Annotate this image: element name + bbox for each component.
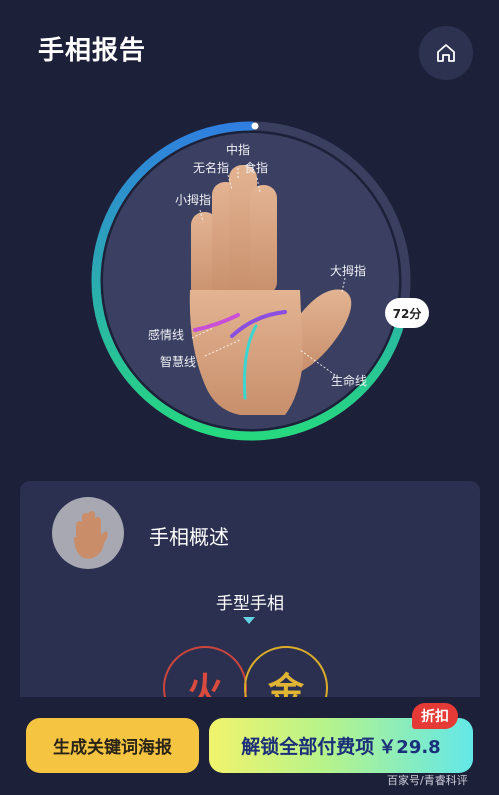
label-thumb: 大拇指 (330, 264, 367, 278)
label-index-finger: 食指 (244, 161, 269, 175)
unlock-price: ￥29.8 (378, 736, 441, 758)
home-icon (437, 44, 455, 62)
generate-poster-button[interactable]: 生成关键词海报 (26, 718, 199, 773)
label-little-finger: 小拇指 (175, 193, 212, 207)
watermark: 百家号/青睿科评 (387, 774, 468, 787)
ring-start-dot (251, 122, 259, 130)
page-title: 手相报告 (38, 36, 147, 66)
label-middle-finger: 中指 (226, 143, 251, 157)
hand-type-title: 手型手相 (216, 594, 284, 614)
label-life-line: 生命线 (331, 374, 368, 388)
hand-avatar (52, 497, 124, 569)
label-head-line: 智慧线 (160, 355, 197, 369)
overview-title: 手相概述 (149, 525, 229, 549)
label-ring-finger: 无名指 (193, 161, 230, 175)
overview-card: 手相概述 手型手相 火 金 (20, 481, 480, 721)
caret-down-icon (243, 617, 255, 624)
hand-thumbnail-icon (74, 511, 108, 559)
discount-badge: 折扣 (412, 703, 458, 729)
unlock-label: 解锁全部付费项 (241, 736, 375, 758)
home-button[interactable] (419, 26, 473, 80)
label-heart-line: 感情线 (148, 328, 185, 342)
score-badge: 72分 (385, 298, 429, 328)
